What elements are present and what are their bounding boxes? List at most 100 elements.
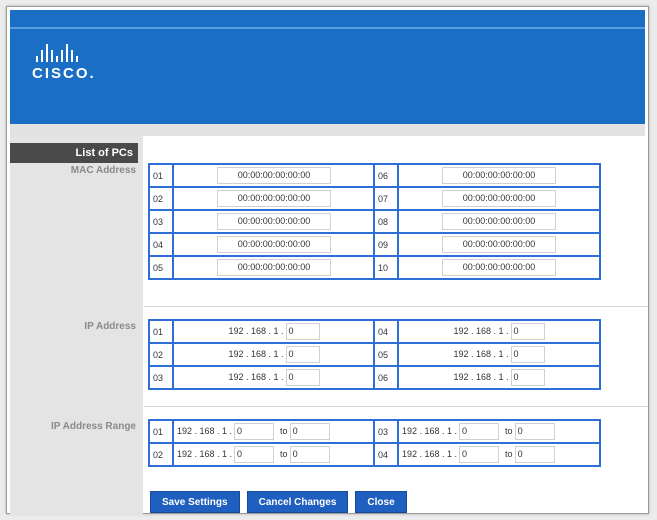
- to-label: to: [505, 425, 513, 436]
- row-number: 06: [373, 365, 399, 390]
- ip-cell: 192 . 168 . 1 .0: [172, 342, 376, 367]
- ip-prefix: 192 . 168 . 1 .: [177, 448, 233, 459]
- row-number: 01: [148, 319, 174, 344]
- close-button[interactable]: Close: [355, 491, 407, 513]
- ip-address-label: IP Address: [84, 321, 136, 332]
- ip-last-octet-field[interactable]: 0: [285, 346, 320, 363]
- mac-address-field[interactable]: 00:00:00:00:00:00: [217, 259, 331, 276]
- ip-range-cell: 192 . 168 . 1 . 0 to 0: [397, 419, 601, 444]
- row-number: 05: [373, 342, 399, 367]
- row-number: 04: [373, 319, 399, 344]
- mac-address-field[interactable]: 00:00:00:00:00:00: [217, 236, 331, 253]
- ip-prefix: 192 . 168 . 1 .: [228, 348, 284, 359]
- separator-line: [144, 406, 648, 407]
- mac-address-field[interactable]: 00:00:00:00:00:00: [442, 190, 556, 207]
- table-row: 06 00:00:00:00:00:00: [373, 163, 601, 188]
- table-row: 10 00:00:00:00:00:00: [373, 255, 601, 280]
- cisco-logo: CISCO.: [32, 42, 96, 82]
- ip-last-octet-field[interactable]: 0: [510, 369, 545, 386]
- table-row: 04 192 . 168 . 1 . 0 to 0: [373, 442, 601, 467]
- header-line: [10, 27, 645, 29]
- header-separator: [10, 124, 645, 136]
- mac-cell: 00:00:00:00:00:00: [397, 186, 601, 211]
- range-start-field[interactable]: 0: [459, 423, 500, 440]
- table-row: 07 00:00:00:00:00:00: [373, 186, 601, 211]
- table-row: 01 192 . 168 . 1 . 0 to 0: [148, 419, 376, 444]
- range-end-field[interactable]: 0: [514, 446, 555, 463]
- row-number: 04: [148, 232, 174, 257]
- mac-address-field[interactable]: 00:00:00:00:00:00: [442, 213, 556, 230]
- table-row: 03 192 . 168 . 1 .0: [148, 365, 376, 390]
- range-end-field[interactable]: 0: [289, 423, 330, 440]
- row-number: 03: [373, 419, 399, 444]
- mac-cell: 00:00:00:00:00:00: [397, 209, 601, 234]
- table-row: 03 00:00:00:00:00:00: [148, 209, 376, 234]
- mac-address-field[interactable]: 00:00:00:00:00:00: [442, 236, 556, 253]
- mac-table-right: 06 00:00:00:00:00:00 07 00:00:00:00:00:00 08…: [373, 163, 601, 280]
- row-number: 08: [373, 209, 399, 234]
- row-number: 04: [373, 442, 399, 467]
- row-number: 05: [148, 255, 174, 280]
- mac-address-field[interactable]: 00:00:00:00:00:00: [217, 167, 331, 184]
- mac-address-field[interactable]: 00:00:00:00:00:00: [217, 190, 331, 207]
- table-row: 04 00:00:00:00:00:00: [148, 232, 376, 257]
- to-label: to: [280, 448, 288, 459]
- ip-range-cell: 192 . 168 . 1 . 0 to 0: [172, 442, 376, 467]
- ip-last-octet-field[interactable]: 0: [285, 323, 320, 340]
- table-row: 01 192 . 168 . 1 .0: [148, 319, 376, 344]
- ip-last-octet-field[interactable]: 0: [510, 346, 545, 363]
- ip-cell: 192 . 168 . 1 .0: [172, 365, 376, 390]
- table-row: 05 192 . 168 . 1 .0: [373, 342, 601, 367]
- to-label: to: [280, 425, 288, 436]
- ip-prefix: 192 . 168 . 1 .: [177, 425, 233, 436]
- ip-prefix: 192 . 168 . 1 .: [453, 348, 509, 359]
- range-start-field[interactable]: 0: [234, 423, 275, 440]
- window-frame: CISCO. List of PCs MAC Address 01 00:00:0…: [6, 6, 649, 516]
- ip-table-left: 01 192 . 168 . 1 . 0 02 192 . 168 . 1 . 0 03 19…: [148, 319, 376, 390]
- mac-address-label: MAC Address: [70, 165, 136, 176]
- row-number: 03: [148, 365, 174, 390]
- mac-cell: 00:00:00:00:00:00: [397, 232, 601, 257]
- mac-cell: 00:00:00:00:00:00: [397, 255, 601, 280]
- to-label: to: [505, 448, 513, 459]
- range-end-field[interactable]: 0: [289, 446, 330, 463]
- section-title: List of PCs: [10, 143, 138, 163]
- ip-cell: 192 . 168 . 1 .0: [397, 365, 601, 390]
- ip-range-cell: 192 . 168 . 1 . 0 to 0: [172, 419, 376, 444]
- row-number: 02: [148, 186, 174, 211]
- table-row: 02 192 . 168 . 1 . 0 to 0: [148, 442, 376, 467]
- table-row: 06 192 . 168 . 1 .0: [373, 365, 601, 390]
- ip-cell: 192 . 168 . 1 .0: [397, 319, 601, 344]
- ip-prefix: 192 . 168 . 1 .: [228, 371, 284, 382]
- ip-prefix: 192 . 168 . 1 .: [402, 448, 458, 459]
- row-number: 10: [373, 255, 399, 280]
- cancel-changes-button[interactable]: Cancel Changes: [246, 491, 349, 513]
- mac-cell: 00:00:00:00:00:00: [172, 255, 376, 280]
- ip-range-table-left: 01 192 . 168 . 1 . 0 to 0 02 192 . 168 . 1 .0t…: [148, 419, 376, 467]
- range-start-field[interactable]: 0: [459, 446, 500, 463]
- ip-cell: 192 . 168 . 1 .0: [172, 319, 376, 344]
- row-number: 09: [373, 232, 399, 257]
- cisco-bars-icon: [36, 42, 96, 62]
- ip-cell: 192 . 168 . 1 .0: [397, 342, 601, 367]
- mac-address-field[interactable]: 00:00:00:00:00:00: [217, 213, 331, 230]
- mac-address-field[interactable]: 00:00:00:00:00:00: [442, 167, 556, 184]
- header-bar: CISCO.: [10, 10, 645, 124]
- ip-table-right: 04 192 . 168 . 1 . 0 05 192 . 168 . 1 . 0 06 19…: [373, 319, 601, 390]
- mac-cell: 00:00:00:00:00:00: [172, 186, 376, 211]
- ip-last-octet-field[interactable]: 0: [285, 369, 320, 386]
- mac-cell: 00:00:00:00:00:00: [172, 163, 376, 188]
- ip-prefix: 192 . 168 . 1 .: [453, 371, 509, 382]
- row-number: 01: [148, 419, 174, 444]
- mac-cell: 00:00:00:00:00:00: [172, 232, 376, 257]
- range-start-field[interactable]: 0: [234, 446, 275, 463]
- mac-table-left: 01 00:00:00:00:00:00 02 00:00:00:00:00:00 03…: [148, 163, 376, 280]
- ip-last-octet-field[interactable]: 0: [510, 323, 545, 340]
- mac-address-field[interactable]: 00:00:00:00:00:00: [442, 259, 556, 276]
- table-row: 02 192 . 168 . 1 .0: [148, 342, 376, 367]
- ip-prefix: 192 . 168 . 1 .: [453, 325, 509, 336]
- table-row: 03 192 . 168 . 1 . 0 to 0: [373, 419, 601, 444]
- save-settings-button[interactable]: Save Settings: [150, 491, 240, 513]
- range-end-field[interactable]: 0: [514, 423, 555, 440]
- table-row: 01 00:00:00:00:00:00: [148, 163, 376, 188]
